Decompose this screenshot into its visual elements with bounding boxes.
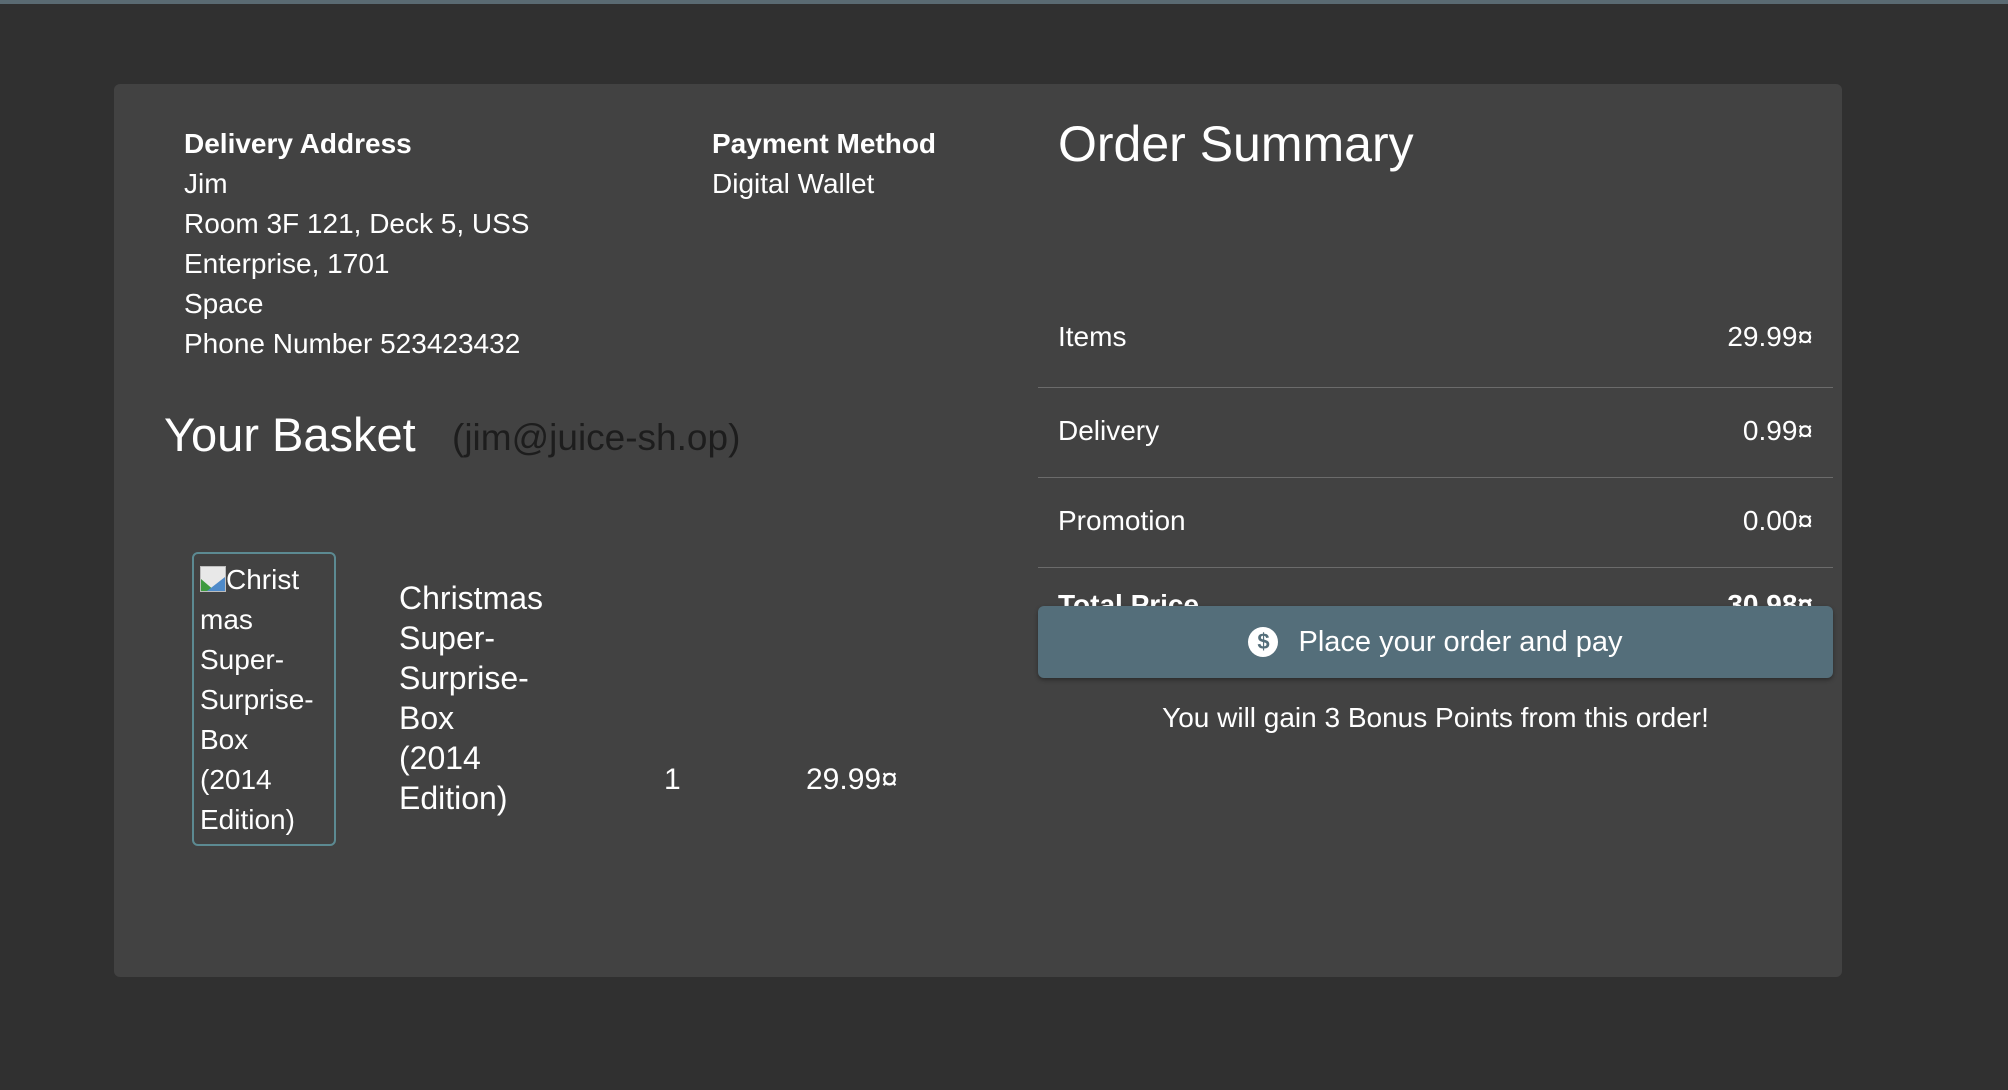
product-name-line: (2014 (399, 740, 481, 776)
place-order-label: Place your order and pay (1298, 626, 1623, 658)
dollar-circle-icon: $ (1248, 627, 1279, 657)
product-image-alt: (2014 (200, 764, 272, 795)
summary-label: Delivery (1058, 415, 1160, 446)
delivery-address-line: Enterprise, 1701 (184, 248, 390, 279)
product-name: Christmas Super- Surprise- Box (2014 Edi… (399, 578, 589, 818)
payment-method-heading: Payment Method (712, 128, 937, 159)
product-image-alt: Christ (226, 564, 300, 595)
summary-row-promotion: Promotion 0.00¤ (1038, 478, 1833, 568)
product-name-line: Super- (399, 620, 496, 656)
basket-email: (jim@juice-sh.op) (452, 417, 741, 458)
product-image-alt: Box (200, 724, 249, 755)
delivery-address-line: Space (184, 288, 264, 319)
delivery-address: Delivery Address Jim Room 3F 121, Deck 5… (184, 124, 529, 364)
product-image-alt: Edition) (200, 804, 295, 835)
bonus-points-text: You will gain 3 Bonus Points from this o… (1162, 702, 1709, 733)
summary-row-items: Items 29.99¤ (1038, 284, 1833, 388)
product-image-alt: Surprise- (200, 684, 314, 715)
top-strip (0, 0, 2008, 4)
summary-value: 0.00¤ (1742, 505, 1813, 536)
product-name-line: Surprise- (399, 660, 529, 696)
delivery-address-heading: Delivery Address (184, 128, 412, 159)
product-image-alt: Super- (200, 644, 285, 675)
payment-method-value: Digital Wallet (712, 168, 875, 199)
summary-value: 0.99¤ (1742, 415, 1813, 446)
product-quantity: 1 (664, 763, 681, 796)
product-name-line: Edition) (399, 780, 508, 816)
product-price: 29.99¤ (806, 763, 898, 796)
basket-title: Your Basket (164, 408, 416, 461)
product-image: Christ mas Super- Surprise- Box (2014 Ed… (192, 552, 336, 846)
order-summary-title: Order Summary (1058, 116, 1414, 172)
product-name-line: Box (399, 700, 455, 736)
summary-row-delivery: Delivery 0.99¤ (1038, 388, 1833, 478)
delivery-address-phone: Phone Number 523423432 (184, 328, 521, 359)
summary-label: Promotion (1058, 505, 1186, 536)
summary-label: Items (1058, 321, 1127, 352)
broken-image-icon (200, 566, 226, 592)
product-name-line: Christmas (399, 580, 544, 616)
payment-method: Payment Method Digital Wallet (712, 124, 936, 204)
delivery-address-line: Room 3F 121, Deck 5, USS (184, 208, 530, 239)
order-card: Delivery Address Jim Room 3F 121, Deck 5… (114, 84, 1842, 977)
delivery-address-name: Jim (184, 168, 228, 199)
product-image-alt: mas (200, 604, 253, 635)
place-order-button[interactable]: $ Place your order and pay (1038, 606, 1833, 678)
summary-value: 29.99¤ (1727, 321, 1813, 352)
